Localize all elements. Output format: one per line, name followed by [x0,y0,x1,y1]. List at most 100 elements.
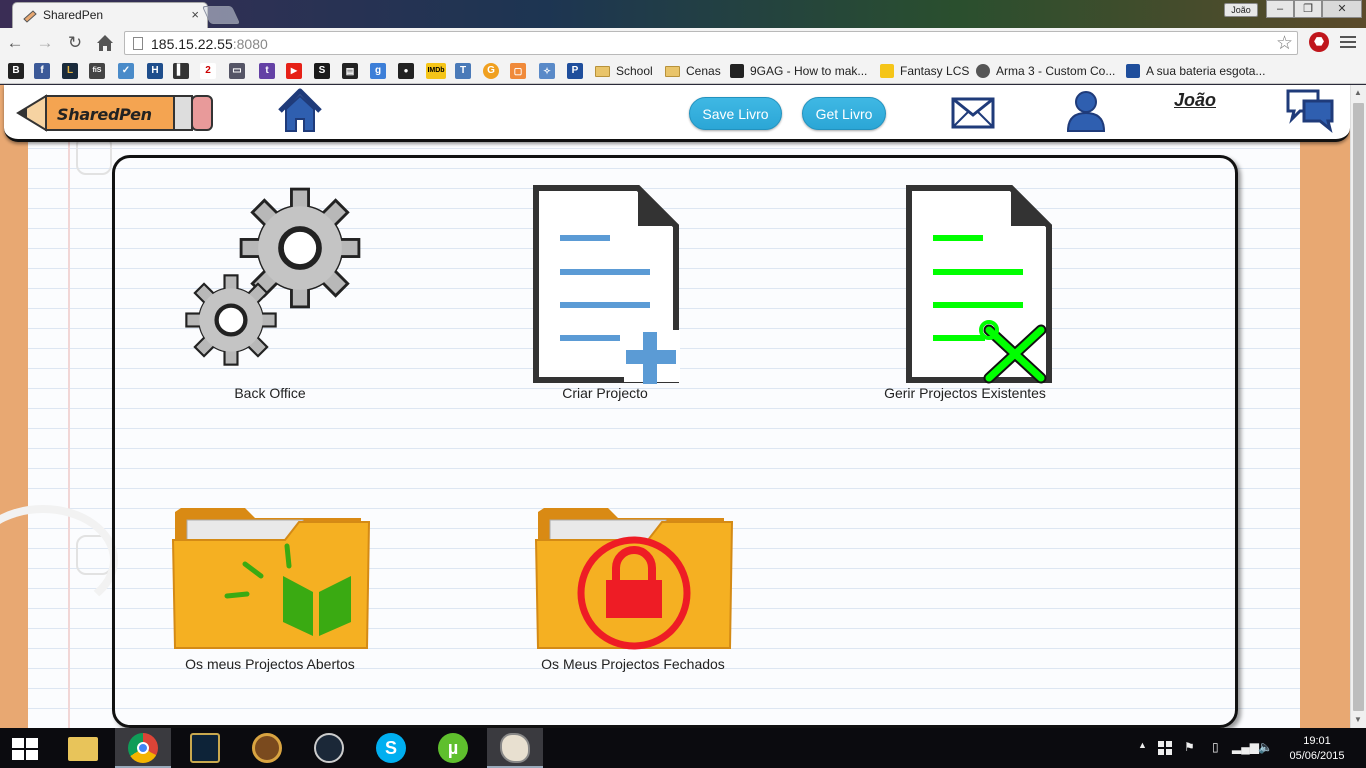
tile-label: Gerir Projectos Existentes [884,385,1046,401]
hearthstone-taskbar-icon[interactable] [239,728,295,768]
tab-close-icon[interactable]: × [191,7,199,22]
bookmark-bars-icon[interactable]: ▍ [173,63,189,79]
bookmark-t-icon[interactable]: T [455,63,471,79]
bookmark-b-icon[interactable]: B [8,63,24,79]
9gag-icon [730,64,744,78]
battery-tray-icon[interactable]: ▯ [1212,740,1219,754]
page-scrollbar[interactable]: ▲ ▼ [1350,85,1366,728]
bookmark-arma3[interactable]: Arma 3 - Custom Co... [976,62,1115,80]
restore-button[interactable]: ❐ [1294,0,1322,18]
volume-muted-tray-icon[interactable]: 🔈 [1258,740,1273,754]
home-icon[interactable] [94,32,116,54]
bookmark-folder-school[interactable]: School [595,62,653,80]
get-livro-button[interactable]: Get Livro [802,97,886,130]
bookmark-fis-icon[interactable]: fiS [89,63,105,79]
file-explorer-taskbar-icon[interactable] [55,728,111,768]
mail-icon[interactable] [950,95,996,133]
tile-label: Os meus Projectos Abertos [185,656,355,672]
tile-label: Criar Projecto [562,385,648,401]
user-profile-icon[interactable] [1062,87,1110,135]
minimize-button[interactable]: – [1266,0,1294,18]
page-viewport: SharedPen Save Livro Get Livro João Back… [0,85,1350,728]
bookmark-p-icon[interactable]: P [567,63,583,79]
bookmark-imdb-icon[interactable]: IMDb [426,63,446,79]
edit-document-icon [906,185,1052,384]
app-header: SharedPen Save Livro Get Livro João [4,85,1350,142]
user-name-link[interactable]: João [1174,90,1216,111]
scroll-up-arrow-icon[interactable]: ▲ [1354,88,1362,97]
forward-arrow-icon[interactable]: → [34,32,56,54]
bookmark-bateria[interactable]: A sua bateria esgota... [1126,62,1265,80]
bookmark-steam-icon[interactable]: S [314,63,330,79]
bookmark-youtube-icon[interactable]: ▶ [286,63,302,79]
bookmark-2-icon[interactable]: 2 [200,63,216,79]
paper-curl-decoration [0,505,118,615]
tile-projectos-abertos[interactable]: Os meus Projectos Abertos [165,498,375,673]
tile-projectos-fechados[interactable]: Os Meus Projectos Fechados [528,498,738,673]
bookmark-twitch-icon[interactable]: t [259,63,275,79]
chrome-menu-icon[interactable] [1340,36,1356,51]
save-livro-button[interactable]: Save Livro [689,97,782,130]
paper-margin-line [68,85,70,728]
windows-start-icon[interactable] [12,738,38,760]
tab-title: SharedPen [43,8,104,22]
league-of-legends-taskbar-icon[interactable] [177,728,233,768]
chrome-taskbar-icon[interactable] [115,728,171,768]
bookmark-star-blue-icon[interactable]: ✧ [539,63,555,79]
bookmark-circle-icon[interactable]: ● [398,63,414,79]
bookmark-label: 9GAG - How to mak... [750,64,868,78]
bookmark-box-icon[interactable]: ▭ [229,63,245,79]
taskbar-clock[interactable]: 19:01 05/06/2015 [1282,734,1352,764]
bookmark-printer-icon[interactable]: ▤ [342,63,358,79]
bookmark-check-icon[interactable]: ✓ [118,63,134,79]
windows-tray-icon[interactable] [1158,741,1172,755]
bookmark-g-icon[interactable]: g [370,63,386,79]
paint-taskbar-icon[interactable] [487,728,543,768]
bookmark-folder-cenas[interactable]: Cenas [665,62,721,80]
window-title-bar: SharedPen × João – ❐ ✕ [0,0,1366,28]
utorrent-taskbar-icon[interactable]: µ [425,728,481,768]
chat-icon[interactable] [1286,87,1334,133]
steam-taskbar-icon[interactable] [301,728,357,768]
tile-gerir-projectos[interactable]: Gerir Projectos Existentes [884,180,1075,401]
tile-back-office[interactable]: Back Office [175,180,365,401]
back-arrow-icon[interactable]: ← [4,32,26,54]
tile-criar-projecto[interactable]: Criar Projecto [520,180,690,401]
tray-expand-icon[interactable]: ▲ [1138,740,1147,750]
bookmark-star-icon[interactable]: ☆ [1276,32,1293,55]
bookmark-label: Fantasy LCS [900,64,970,78]
bookmark-fantasy-lcs[interactable]: Fantasy LCS [880,62,969,80]
browser-toolbar: ← → ↻ 185.15.22.55:8080 ☆ ⬣ [0,28,1366,58]
open-folder-icon [171,508,371,649]
p-icon [1126,64,1140,78]
scroll-down-arrow-icon[interactable]: ▼ [1354,715,1362,724]
close-window-button[interactable]: ✕ [1322,0,1362,18]
tile-label: Back Office [234,385,306,401]
windows-taskbar: S µ ▲ ⚑ ▯ ▂▄▆ 🔈 19:01 05/06/2015 [0,728,1366,768]
home-nav-icon[interactable] [276,87,324,135]
scrollbar-thumb[interactable] [1353,103,1364,711]
bookmark-league-icon[interactable]: L [62,63,78,79]
gears-icon [175,180,365,380]
adblock-extension-icon[interactable]: ⬣ [1309,32,1329,52]
bookmark-label: A sua bateria esgota... [1146,64,1266,78]
dashboard-panel: Back Office Criar Projecto Gerir Project… [112,155,1238,728]
address-bar[interactable]: 185.15.22.55:8080 ☆ [124,31,1298,55]
network-tray-icon[interactable]: ▂▄▆ [1232,740,1259,754]
sharedpen-logo[interactable]: SharedPen [16,90,216,136]
profile-badge[interactable]: João [1224,3,1258,17]
bookmark-g-orange-icon[interactable]: G [483,63,499,79]
bookmark-h-icon[interactable]: H [147,63,163,79]
bookmark-facebook-icon[interactable]: f [34,63,50,79]
page-icon [133,37,143,50]
reload-icon[interactable]: ↻ [64,32,86,54]
flag-tray-icon[interactable]: ⚑ [1184,740,1195,754]
skype-taskbar-icon[interactable]: S [363,728,419,768]
bookmark-square-icon[interactable]: ▢ [510,63,526,79]
bookmark-label: School [616,64,653,78]
locked-folder-icon [534,508,734,650]
logo-text: SharedPen [57,105,152,124]
tile-label: Os Meus Projectos Fechados [541,656,725,672]
browser-tab[interactable]: SharedPen × [12,2,208,28]
bookmark-9gag[interactable]: 9GAG - How to mak... [730,62,867,80]
